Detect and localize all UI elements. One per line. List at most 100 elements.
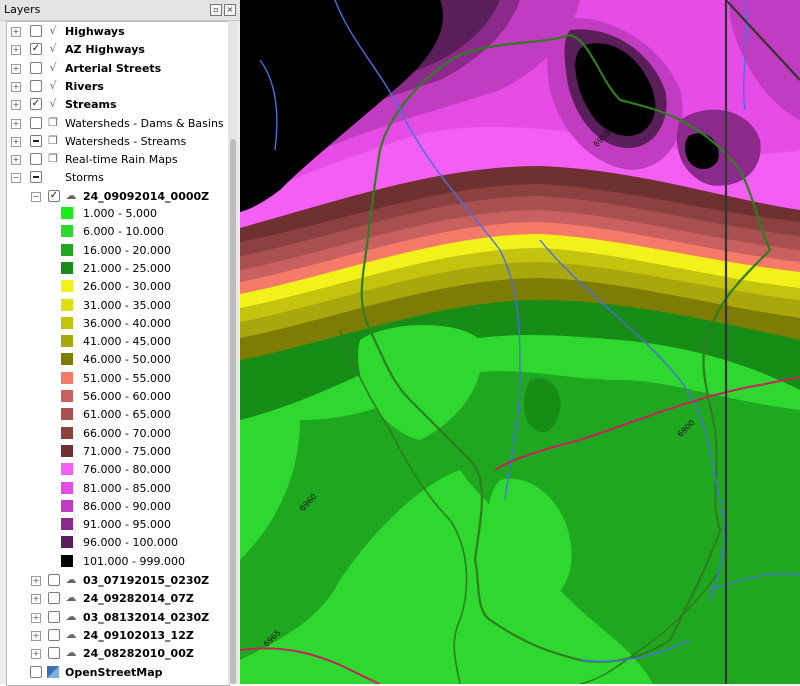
basemap-row[interactable]: OpenStreetMap [7,664,229,682]
expand-icon[interactable]: + [11,81,21,92]
collapse-icon[interactable]: − [11,173,21,184]
expand-icon[interactable]: + [31,649,41,660]
expand-icon[interactable]: + [31,576,41,586]
expand-icon[interactable]: + [11,155,21,166]
close-icon[interactable]: × [224,4,236,16]
tree-scrollbar[interactable] [228,21,238,684]
scrollbar-thumb[interactable] [230,139,236,684]
layer-checkbox[interactable] [48,628,60,641]
layer-checkbox[interactable] [48,592,60,605]
legend-swatch [61,554,73,567]
map-canvas[interactable]: 6950 6955 6960 6965 6900 [240,0,800,684]
legend-swatch [61,408,73,421]
expand-icon[interactable]: + [11,118,21,129]
layer-label: 24_09092014_0000Z [83,189,210,203]
expand-icon[interactable]: + [11,63,21,74]
legend-swatch [61,243,73,256]
layer-label: 03_07192015_0230Z [83,574,210,587]
layer-label: Real-time Rain Maps [65,153,178,167]
layer-label: Highways [65,25,125,38]
legend-label: 81.000 - 85.000 [83,481,171,495]
legend-item: 51.000 - 55.000 [7,371,229,389]
layer-checkbox[interactable] [30,61,42,74]
legend-swatch [61,298,73,311]
layer-row[interactable]: + √ Highways [7,23,229,41]
layer-row[interactable]: + √ Arterial Streets [7,60,229,78]
legend-swatch [61,426,73,439]
storm-row[interactable]: + ☁ 24_09282014_07Z [7,590,229,608]
legend-swatch [61,481,73,494]
collapse-icon[interactable]: − [31,191,41,202]
legend-item: 36.000 - 40.000 [7,316,229,334]
raster-layer-icon: ☁ [65,609,77,623]
layer-checkbox[interactable] [30,665,42,678]
layer-label: OpenStreetMap [65,665,163,679]
legend-swatch [61,335,73,348]
layer-tree: + √ Highways + ✓ √ AZ Highways + √ Arterial Stree… [6,21,230,686]
expand-icon[interactable]: + [31,630,41,641]
raster-layer-icon: ☁ [65,188,77,202]
layer-checkbox[interactable]: ✓ [48,189,60,202]
legend-swatch [61,316,73,329]
layer-row[interactable]: + ✓ √ Streams [7,96,229,114]
layer-row[interactable]: + ✓ √ AZ Highways [7,41,229,59]
layer-label: 24_09102013_12Z [83,628,194,642]
legend-label: 1.000 - 5.000 [83,207,157,220]
legend-item: 16.000 - 20.000 [7,243,229,261]
layer-row[interactable]: + ❐ Watersheds - Streams [7,133,229,151]
expand-icon[interactable]: + [31,594,41,605]
storm-row[interactable]: + ☁ 24_09102013_12Z [7,627,229,645]
active-storm-row[interactable]: − ✓ ☁ 24_09092014_0000Z [7,188,229,206]
legend-item: 6.000 - 10.000 [7,224,229,242]
layer-checkbox[interactable] [48,647,60,660]
legend-item: 26.000 - 30.000 [7,279,229,297]
legend-item: 86.000 - 90.000 [7,499,229,517]
legend-item: 71.000 - 75.000 [7,444,229,462]
layer-label: 24_08282010_00Z [83,647,194,661]
line-layer-icon: √ [49,24,57,37]
legend-swatch [61,536,73,549]
legend-item: 21.000 - 25.000 [7,261,229,279]
map-svg[interactable] [240,0,800,684]
line-layer-icon: √ [49,97,57,111]
float-icon[interactable]: ▫ [210,4,222,16]
legend-item: 61.000 - 65.000 [7,407,229,425]
layer-row[interactable]: + ❐ Watersheds - Dams & Basins [7,115,229,133]
layer-checkbox[interactable] [48,574,60,586]
legend-item: 101.000 - 999.000 [7,554,229,572]
storm-row[interactable]: + ☁ 24_08282010_00Z [7,645,229,663]
panel-titlebar: Layers ▫ × [0,0,240,21]
layer-label: Rivers [65,79,104,93]
legend-label: 61.000 - 65.000 [83,408,171,422]
layer-checkbox[interactable] [48,610,60,623]
expand-icon[interactable]: + [11,100,21,111]
layer-checkbox[interactable] [30,134,42,147]
expand-icon[interactable]: + [11,136,21,147]
legend-swatch [61,463,73,476]
legend-label: 51.000 - 55.000 [83,371,171,385]
layer-checkbox[interactable] [30,171,42,184]
layer-row[interactable]: + ❐ Real-time Rain Maps [7,151,229,169]
storm-row[interactable]: + ☁ 03_08132014_0230Z [7,609,229,627]
raster-layer-icon: ☁ [65,573,77,586]
legend-item: 81.000 - 85.000 [7,481,229,499]
legend-item: 1.000 - 5.000 [7,206,229,224]
legend-label: 66.000 - 70.000 [83,426,171,440]
layer-row[interactable]: − Storms [7,169,229,187]
layer-checkbox[interactable] [30,79,42,92]
group-icon: ❐ [48,152,58,166]
expand-icon[interactable]: + [11,27,21,37]
expand-icon[interactable]: + [31,612,41,623]
expand-icon[interactable]: + [11,45,21,56]
storm-row[interactable]: + ☁ 03_07192015_0230Z [7,572,229,590]
raster-layer-icon: ☁ [65,646,77,660]
legend-item: 41.000 - 45.000 [7,334,229,352]
layer-label: Watersheds - Dams & Basins [65,116,224,130]
legend-swatch [61,371,73,384]
layer-checkbox[interactable]: ✓ [30,43,42,56]
layer-checkbox[interactable] [30,153,42,166]
layer-checkbox[interactable] [30,25,42,37]
layer-checkbox[interactable] [30,116,42,129]
layer-checkbox[interactable]: ✓ [30,98,42,111]
layer-row[interactable]: + √ Rivers [7,78,229,96]
